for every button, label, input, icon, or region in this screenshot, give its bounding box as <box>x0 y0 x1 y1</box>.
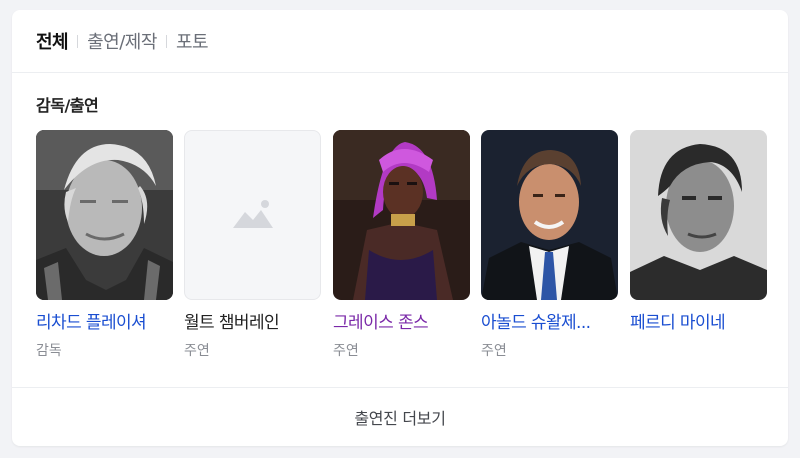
person-role: 주연 <box>481 343 507 359</box>
person-photo[interactable] <box>630 130 767 300</box>
tab-divider <box>165 34 167 48</box>
tab-photos[interactable]: 포토 <box>176 28 209 54</box>
image-placeholder-icon <box>232 200 273 228</box>
person-role: 주연 <box>184 343 210 359</box>
person-card[interactable]: 그레이스 존스 주연 <box>333 130 470 360</box>
person-name[interactable]: 아놀드 슈왈제... <box>481 308 618 333</box>
person-card[interactable]: 리차드 플레이셔 감독 <box>36 130 173 360</box>
person-name[interactable]: 월트 챔버레인 <box>184 308 321 333</box>
person-role: 주연 <box>333 343 359 359</box>
person-card[interactable]: 월트 챔버레인 주연 <box>184 130 321 360</box>
person-photo[interactable] <box>36 130 173 300</box>
person-photo[interactable] <box>481 130 618 300</box>
portrait-man-suit <box>481 130 618 300</box>
cast-card: 전체 출연/제작 포토 감독/출연 리차드 플레이셔 감독 월트 챔버레인 주연… <box>12 10 788 446</box>
person-card[interactable]: 아놀드 슈왈제... 주연 <box>481 130 618 360</box>
portrait-elderly-man <box>36 130 173 300</box>
tab-all[interactable]: 전체 <box>36 28 69 54</box>
person-name[interactable]: 리차드 플레이셔 <box>36 308 173 333</box>
person-photo[interactable] <box>184 130 321 300</box>
more-cast-button[interactable]: 출연진 더보기 <box>12 387 788 446</box>
person-photo[interactable] <box>333 130 470 300</box>
person-name[interactable]: 페르디 마이네 <box>630 308 767 333</box>
tab-cast-crew[interactable]: 출연/제작 <box>87 28 157 54</box>
tab-divider <box>77 34 79 48</box>
portrait-man-bw <box>630 130 767 300</box>
section-title: 감독/출연 <box>36 96 99 115</box>
person-card[interactable]: 페르디 마이네 <box>630 130 767 340</box>
tab-bar: 전체 출연/제작 포토 <box>12 10 788 73</box>
person-name[interactable]: 그레이스 존스 <box>333 308 470 333</box>
portrait-woman-purple-headdress <box>333 130 470 300</box>
person-role: 감독 <box>36 343 62 359</box>
